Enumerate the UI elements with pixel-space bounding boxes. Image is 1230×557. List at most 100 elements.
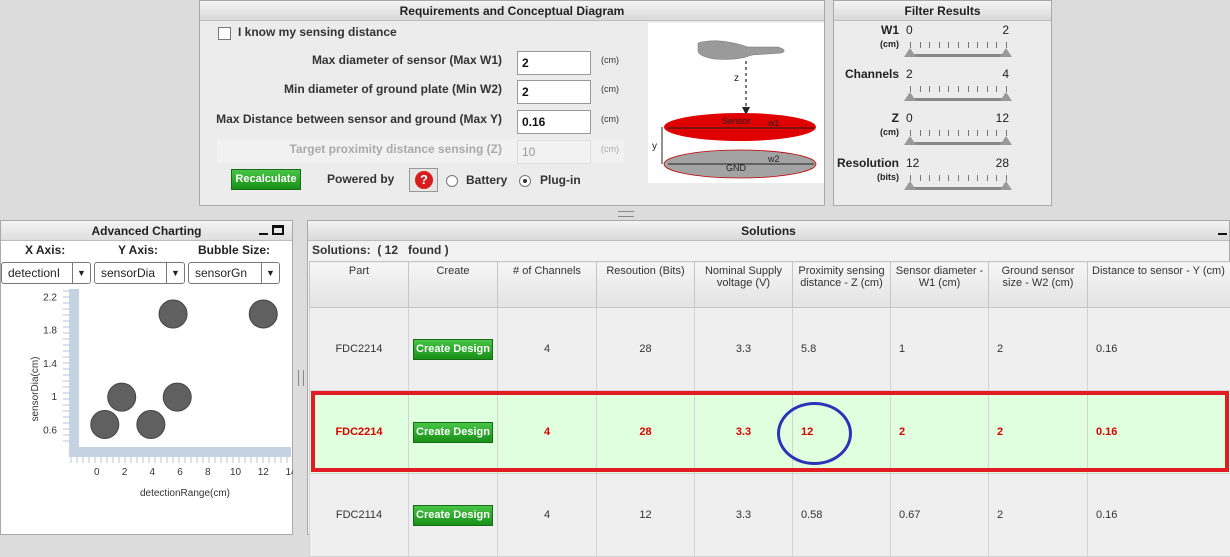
charting-panel: Advanced Charting X Axis: Y Axis: Bubble…	[0, 220, 293, 535]
filter-resolution-max-handle[interactable]	[1000, 181, 1012, 190]
y-tick-label: 1	[51, 392, 57, 403]
horizontal-splitter-handle[interactable]	[618, 211, 634, 217]
slider-tick	[996, 130, 997, 136]
y-tick-label: 0.6	[43, 425, 57, 436]
field-label-target-z: Target proximity distance sensing (Z)	[290, 142, 502, 156]
y-tick-label: 1.4	[43, 359, 57, 370]
column-header: Sensor diameter - W1 (cm)	[891, 262, 989, 308]
help-icon: ?	[415, 171, 433, 189]
filter-channels-max: 4	[1002, 67, 1009, 81]
plugin-radio[interactable]	[519, 175, 531, 187]
cell-bits: 12	[597, 474, 695, 557]
filter-channels-max-handle[interactable]	[1000, 92, 1012, 101]
column-header: Proximity sensing distance - Z (cm)	[793, 262, 891, 308]
table-row[interactable]: FDC2114Create Design4123.30.580.6720.16	[310, 474, 1230, 557]
vertical-splitter-handle[interactable]	[298, 370, 304, 386]
slider-tick	[920, 42, 921, 48]
column-header: Part	[310, 262, 409, 308]
filter-w1-label: W1	[881, 23, 899, 37]
slider-tick	[996, 86, 997, 92]
filter-resolution-min-handle[interactable]	[904, 181, 916, 190]
know-distance-checkbox[interactable]	[218, 27, 231, 40]
filter-w1-min: 0	[906, 23, 913, 37]
powered-by-label: Powered by	[327, 172, 394, 186]
battery-radio[interactable]	[446, 175, 458, 187]
x-axis-band	[69, 447, 291, 457]
filter-channels-track[interactable]	[910, 98, 1006, 101]
requirements-panel: Requirements and Conceptual Diagram I kn…	[199, 0, 825, 206]
slider-tick	[910, 86, 911, 92]
y-axis-select[interactable]: sensorDia ▼	[94, 262, 185, 284]
diagram-svg: z Sensor w1 GND w2 y	[648, 23, 824, 183]
filter-w1-track[interactable]	[910, 54, 1006, 57]
know-distance-label: I know my sensing distance	[238, 25, 397, 39]
column-header: Nominal Supply voltage (V)	[695, 262, 793, 308]
cell-w2: 2	[989, 308, 1088, 391]
max-w1-input[interactable]	[517, 51, 591, 75]
slider-tick	[948, 42, 949, 48]
solutions-panel: Solutions Solutions: ( 12 found ) PartCr…	[307, 220, 1230, 535]
max-y-input[interactable]	[517, 110, 591, 134]
filter-w1-unit: (cm)	[880, 39, 899, 49]
slider-tick	[939, 175, 940, 181]
x-tick-label: 10	[230, 467, 242, 478]
filter-w1-min-handle[interactable]	[904, 48, 916, 57]
minimize-icon[interactable]	[259, 233, 268, 235]
help-button[interactable]: ?	[409, 168, 438, 192]
bubble-size-select[interactable]: sensorGn ▼	[188, 262, 280, 284]
slider-tick	[929, 42, 930, 48]
target-z-unit: (cm)	[601, 144, 619, 154]
cell-voltage: 3.3	[695, 308, 793, 391]
min-w2-unit: (cm)	[601, 84, 619, 94]
x-tick-label: 8	[205, 467, 211, 478]
slider-tick	[968, 86, 969, 92]
slider-tick	[987, 86, 988, 92]
highlight-circle	[777, 402, 852, 465]
conceptual-diagram: z Sensor w1 GND w2 y	[648, 23, 824, 183]
filter-resolution-track[interactable]	[910, 187, 1006, 190]
y-axis-title: sensorDia(cm)	[30, 356, 41, 421]
column-header: Create	[409, 262, 498, 308]
cell-w1: 0.67	[891, 474, 989, 557]
solutions-header-row: PartCreate# of ChannelsResoution (Bits)N…	[310, 262, 1230, 308]
slider-tick	[929, 175, 930, 181]
filter-z-min-handle[interactable]	[904, 136, 916, 145]
slider-tick	[987, 130, 988, 136]
slider-tick	[910, 175, 911, 181]
min-w2-input[interactable]	[517, 80, 591, 104]
cell-part: FDC2214	[310, 308, 409, 391]
cell-y: 0.16	[1088, 474, 1230, 557]
cell-w2: 2	[989, 474, 1088, 557]
bubble-select-arrow-icon: ▼	[261, 263, 279, 283]
recalculate-button[interactable]: Recalculate	[231, 169, 301, 190]
cell-w1: 1	[891, 308, 989, 391]
slider-tick	[968, 130, 969, 136]
filter-title: Filter Results	[834, 1, 1051, 21]
diagram-w2-label: w2	[767, 154, 780, 164]
requirements-title: Requirements and Conceptual Diagram	[200, 1, 824, 21]
slider-tick	[939, 130, 940, 136]
cell-channels: 4	[498, 474, 597, 557]
maximize-icon[interactable]	[272, 225, 284, 235]
slider-tick	[910, 42, 911, 48]
column-header: Ground sensor size - W2 (cm)	[989, 262, 1088, 308]
filter-z-track[interactable]	[910, 142, 1006, 145]
filter-z-max-handle[interactable]	[1000, 136, 1012, 145]
solutions-minimize-icon[interactable]	[1218, 233, 1227, 235]
x-axis-select[interactable]: detectionI ▼	[1, 262, 91, 284]
create-cell: Create Design	[409, 308, 498, 391]
diagram-sensor-label: Sensor	[722, 116, 751, 126]
table-row[interactable]: FDC2214Create Design4283.35.8120.16	[310, 308, 1230, 391]
slider-tick	[910, 130, 911, 136]
create-design-button[interactable]: Create Design	[413, 339, 493, 360]
x-select-arrow-icon: ▼	[72, 263, 90, 283]
filter-z-label: Z	[892, 111, 899, 125]
filter-channels-min-handle[interactable]	[904, 92, 916, 101]
x-tick-label: 6	[177, 467, 183, 478]
slider-tick	[977, 42, 978, 48]
filter-w1-max-handle[interactable]	[1000, 48, 1012, 57]
filter-channels-min: 2	[906, 67, 913, 81]
bubble-size-select-value: sensorGn	[195, 266, 247, 280]
field-label-max-w1: Max diameter of sensor (Max W1)	[312, 53, 502, 67]
create-design-button[interactable]: Create Design	[413, 505, 493, 526]
